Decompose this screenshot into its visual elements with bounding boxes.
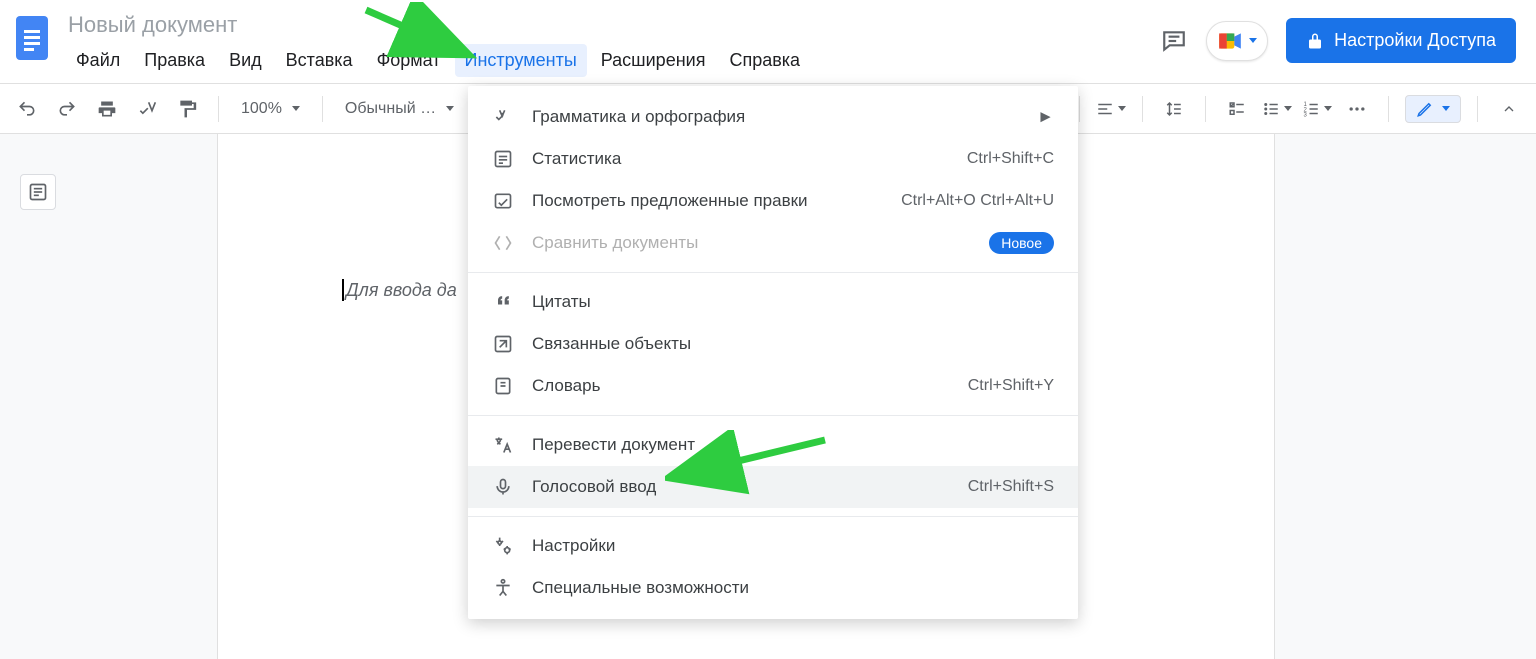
spellcheck-icon	[492, 106, 514, 128]
dd-shortcut: Ctrl+Alt+O Ctrl+Alt+U	[901, 192, 1054, 210]
toolbar-separator	[322, 96, 323, 122]
dd-label: Грамматика и орфография	[532, 107, 1019, 127]
dd-label: Настройки	[532, 536, 1054, 556]
toolbar-separator	[1079, 96, 1080, 122]
menubar: Файл Правка Вид Вставка Формат Инструмен…	[66, 44, 810, 77]
spellcheck-button[interactable]	[132, 94, 162, 124]
meet-dropdown-icon	[1247, 32, 1257, 50]
dd-label: Словарь	[532, 376, 950, 396]
dropdown-separator	[468, 415, 1078, 416]
menu-format[interactable]: Формат	[367, 44, 451, 77]
text-cursor-area: Для ввода да	[342, 279, 457, 301]
tools-dropdown: Грамматика и орфография ► Статистика Ctr…	[468, 86, 1078, 619]
document-outline-button[interactable]	[20, 174, 56, 210]
dd-citations[interactable]: Цитаты	[468, 281, 1078, 323]
voice-icon	[492, 476, 514, 498]
checklist-button[interactable]	[1222, 94, 1252, 124]
menu-edit[interactable]: Правка	[134, 44, 215, 77]
document-title[interactable]: Новый документ	[66, 10, 810, 44]
dd-linked-objects[interactable]: Связанные объекты	[468, 323, 1078, 365]
stats-icon	[492, 148, 514, 170]
dropdown-separator	[468, 516, 1078, 517]
style-select[interactable]: Обычный …	[339, 100, 460, 118]
linked-icon	[492, 333, 514, 355]
menu-view[interactable]: Вид	[219, 44, 272, 77]
undo-button[interactable]	[12, 94, 42, 124]
translate-icon	[492, 434, 514, 456]
svg-text:3: 3	[1304, 112, 1308, 118]
submenu-arrow-icon: ►	[1037, 107, 1054, 127]
compare-icon	[492, 232, 514, 254]
toolbar-separator	[1388, 96, 1389, 122]
docs-logo-icon[interactable]	[12, 10, 52, 66]
toolbar-separator	[1205, 96, 1206, 122]
dd-preferences[interactable]: Настройки	[468, 525, 1078, 567]
dd-shortcut: Ctrl+Shift+Y	[968, 377, 1054, 395]
quotes-icon	[492, 291, 514, 313]
dd-label: Посмотреть предложенные правки	[532, 191, 883, 211]
dd-label: Голосовой ввод	[532, 477, 950, 497]
paint-format-button[interactable]	[172, 94, 202, 124]
dd-shortcut: Ctrl+Shift+C	[967, 150, 1054, 168]
dd-shortcut: Ctrl+Shift+S	[968, 478, 1054, 496]
comments-icon[interactable]	[1160, 27, 1188, 55]
redo-button[interactable]	[52, 94, 82, 124]
share-label: Настройки Доступа	[1334, 30, 1496, 51]
menu-extensions[interactable]: Расширения	[591, 44, 716, 77]
collapse-toolbar-button[interactable]	[1494, 94, 1524, 124]
dd-translate[interactable]: Перевести документ	[468, 424, 1078, 466]
dd-accessibility[interactable]: Специальные возможности	[468, 567, 1078, 609]
menu-insert[interactable]: Вставка	[276, 44, 363, 77]
header-actions: Настройки Доступа	[1160, 18, 1516, 63]
dd-voice-typing[interactable]: Голосовой ввод Ctrl+Shift+S	[468, 466, 1078, 508]
settings-icon	[492, 535, 514, 557]
dd-label: Перевести документ	[532, 435, 1054, 455]
bullet-list-button[interactable]	[1262, 94, 1292, 124]
toolbar-right: 123	[1073, 94, 1524, 124]
share-button[interactable]: Настройки Доступа	[1286, 18, 1516, 63]
app-header: Новый документ Файл Правка Вид Вставка Ф…	[0, 0, 1536, 84]
editing-mode-button[interactable]	[1405, 95, 1461, 123]
line-spacing-button[interactable]	[1159, 94, 1189, 124]
dictionary-icon	[492, 375, 514, 397]
menu-file[interactable]: Файл	[66, 44, 130, 77]
menu-help[interactable]: Справка	[719, 44, 810, 77]
dd-label: Цитаты	[532, 292, 1054, 312]
dd-label: Статистика	[532, 149, 949, 169]
print-button[interactable]	[92, 94, 122, 124]
placeholder-text: Для ввода да	[346, 280, 457, 301]
chevron-down-icon	[1440, 100, 1450, 118]
dd-spellcheck[interactable]: Грамматика и орфография ►	[468, 96, 1078, 138]
title-and-menus: Новый документ Файл Правка Вид Вставка Ф…	[66, 10, 810, 77]
toolbar-separator	[1142, 96, 1143, 122]
dd-review-suggestions[interactable]: Посмотреть предложенные правки Ctrl+Alt+…	[468, 180, 1078, 222]
menu-tools[interactable]: Инструменты	[455, 44, 587, 77]
suggest-icon	[492, 190, 514, 212]
toolbar-separator	[218, 96, 219, 122]
dd-label: Сравнить документы	[532, 233, 971, 253]
text-caret	[342, 279, 344, 301]
dd-compare-documents: Сравнить документы Новое	[468, 222, 1078, 264]
dd-word-count[interactable]: Статистика Ctrl+Shift+C	[468, 138, 1078, 180]
toolbar-separator	[1477, 96, 1478, 122]
dd-label: Связанные объекты	[532, 334, 1054, 354]
meet-button[interactable]	[1206, 21, 1268, 61]
zoom-select[interactable]: 100%	[235, 100, 306, 118]
numbered-list-button[interactable]: 123	[1302, 94, 1332, 124]
dd-dictionary[interactable]: Словарь Ctrl+Shift+Y	[468, 365, 1078, 407]
dd-label: Специальные возможности	[532, 578, 1054, 598]
dropdown-separator	[468, 272, 1078, 273]
new-badge: Новое	[989, 232, 1054, 254]
more-button[interactable]	[1342, 94, 1372, 124]
accessibility-icon	[492, 577, 514, 599]
align-button[interactable]	[1096, 94, 1126, 124]
